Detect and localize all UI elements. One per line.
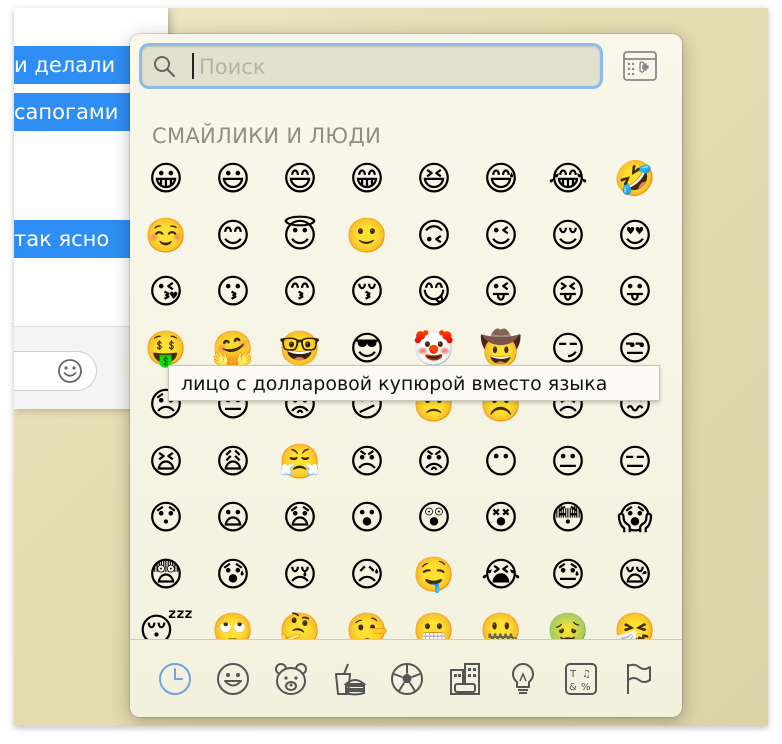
emoji-cell[interactable]: 😦 xyxy=(205,490,261,546)
emoji-cell[interactable]: 🤢 xyxy=(540,603,596,640)
search-input[interactable] xyxy=(197,49,591,85)
desktop: и делали сапогами так ясно Поиск СМАЙЛИК… xyxy=(14,8,768,726)
character-viewer-icon xyxy=(623,51,657,81)
emoji-cell[interactable]: 😢 xyxy=(272,547,328,603)
emoji-cell[interactable]: 😧 xyxy=(272,490,328,546)
emoji-cell[interactable]: 😰 xyxy=(205,547,261,603)
message-text: сапогами xyxy=(14,100,119,124)
emoji-cell[interactable]: 😬 xyxy=(406,603,462,640)
emoji-cell[interactable]: 🤧 xyxy=(607,603,663,640)
message-text: и делали xyxy=(14,53,116,77)
svg-text:%: % xyxy=(581,682,591,693)
emoji-cell[interactable]: 😃 xyxy=(205,151,261,207)
emoji-cell[interactable]: 😯 xyxy=(138,490,194,546)
text-caret xyxy=(192,53,194,79)
bear-icon xyxy=(275,663,307,695)
tab-symbols[interactable]: T ♫ & % xyxy=(562,660,600,698)
emoji-cell[interactable]: 🙄 xyxy=(205,603,261,640)
emoji-cell[interactable]: 😭 xyxy=(473,547,529,603)
emoji-cell[interactable]: 😂 xyxy=(540,151,596,207)
emoji-cell[interactable]: 😀 xyxy=(138,151,194,207)
emoji-cell[interactable]: 😚 xyxy=(339,264,395,320)
emoji-cell[interactable]: ☺️ xyxy=(138,208,194,264)
smiley-icon xyxy=(217,663,249,695)
tab-animals[interactable] xyxy=(272,660,310,698)
emoji-cell[interactable]: 😜 xyxy=(473,264,529,320)
lightbulb-icon xyxy=(512,663,534,694)
emoji-cell[interactable]: 😗 xyxy=(205,264,261,320)
emoji-cell[interactable]: 😫 xyxy=(138,434,194,490)
section-title: СМАЙЛИКИ И ЛЮДИ xyxy=(152,124,382,148)
emoji-cell[interactable]: 😍 xyxy=(607,208,663,264)
soccer-ball-icon xyxy=(391,663,423,695)
search-field[interactable] xyxy=(142,46,600,86)
emoji-cell[interactable]: 😪 xyxy=(607,547,663,603)
emoji-cell[interactable]: 😤 xyxy=(272,434,328,490)
emoji-cell[interactable]: 😊 xyxy=(205,208,261,264)
emoji-cell[interactable]: 😡 xyxy=(406,434,462,490)
emoji-picker: СМАЙЛИКИ И ЛЮДИ 😀😃😄😁😆😅😂🤣 ☺️😊😇🙂🙃😉😌😍 😘😗😙😚😋😜😝… xyxy=(130,34,682,717)
emoji-cell[interactable]: 😲 xyxy=(406,490,462,546)
buildings-icon xyxy=(450,663,480,695)
emoji-cell[interactable]: 😅 xyxy=(473,151,529,207)
emoji-cell[interactable]: 😆 xyxy=(406,151,462,207)
emoji-tooltip: лицо с долларовой купюрой вместо языка xyxy=(168,365,660,401)
message-input[interactable] xyxy=(14,351,97,391)
emoji-cell[interactable]: 😳 xyxy=(540,490,596,546)
flag-icon xyxy=(627,663,651,694)
emoji-cell[interactable]: 😥 xyxy=(339,547,395,603)
emoji-cell[interactable]: 🤣 xyxy=(607,151,663,207)
popover-arrow xyxy=(117,353,130,379)
emoji-cell[interactable]: 😋 xyxy=(406,264,462,320)
emoji-cell[interactable]: 😙 xyxy=(272,264,328,320)
smiley-icon xyxy=(58,359,82,383)
emoji-cell[interactable]: 😵 xyxy=(473,490,529,546)
tab-smileys[interactable] xyxy=(214,660,252,698)
emoji-cell[interactable]: 😑 xyxy=(607,434,663,490)
emoji-cell[interactable]: 🙃 xyxy=(406,208,462,264)
emoji-cell[interactable]: 😮 xyxy=(339,490,395,546)
emoji-cell[interactable]: 😱 xyxy=(607,490,663,546)
emoji-cell[interactable]: 🤔 xyxy=(272,603,328,640)
symbols-icon: T ♫ & % xyxy=(565,663,597,695)
emoji-cell[interactable]: 😄 xyxy=(272,151,328,207)
emoji-cell[interactable]: 😘 xyxy=(138,264,194,320)
tab-objects[interactable] xyxy=(504,660,542,698)
emoji-cell[interactable]: 😐 xyxy=(540,434,596,490)
clock-icon xyxy=(159,663,191,695)
tab-flags[interactable] xyxy=(620,660,658,698)
emoji-cell[interactable]: 😉 xyxy=(473,208,529,264)
emoji-cell[interactable]: 😁 xyxy=(339,151,395,207)
emoji-cell[interactable]: 😩 xyxy=(205,434,261,490)
emoji-cell[interactable]: 🤐 xyxy=(473,603,529,640)
tab-recent[interactable] xyxy=(156,660,194,698)
emoji-cell[interactable]: 😌 xyxy=(540,208,596,264)
tab-travel[interactable] xyxy=(446,660,484,698)
search-icon xyxy=(154,56,176,78)
tab-activity[interactable] xyxy=(388,660,426,698)
svg-text:♫: ♫ xyxy=(582,669,591,680)
svg-text:&: & xyxy=(569,682,577,693)
emoji-cell[interactable]: 😶 xyxy=(473,434,529,490)
emoji-cell[interactable]: 🤤 xyxy=(406,547,462,603)
emoji-cell[interactable]: 😠 xyxy=(339,434,395,490)
emoji-cell[interactable]: 😝 xyxy=(540,264,596,320)
emoji-cell[interactable]: 😴 xyxy=(138,603,194,640)
food-icon xyxy=(335,663,367,696)
emoji-cell[interactable]: 😓 xyxy=(540,547,596,603)
category-tab-bar: T ♫ & % xyxy=(130,640,682,717)
message-text: так ясно xyxy=(14,227,110,251)
emoji-cell[interactable]: 🙂 xyxy=(339,208,395,264)
emoji-cell[interactable]: 😛 xyxy=(607,264,663,320)
svg-text:T: T xyxy=(569,669,577,680)
emoji-cell[interactable]: 😨 xyxy=(138,547,194,603)
tab-food[interactable] xyxy=(330,660,368,698)
character-viewer-button[interactable] xyxy=(622,50,658,82)
emoji-cell[interactable]: 🤥 xyxy=(339,603,395,640)
emoji-button[interactable] xyxy=(56,357,84,385)
emoji-cell[interactable]: 😇 xyxy=(272,208,328,264)
